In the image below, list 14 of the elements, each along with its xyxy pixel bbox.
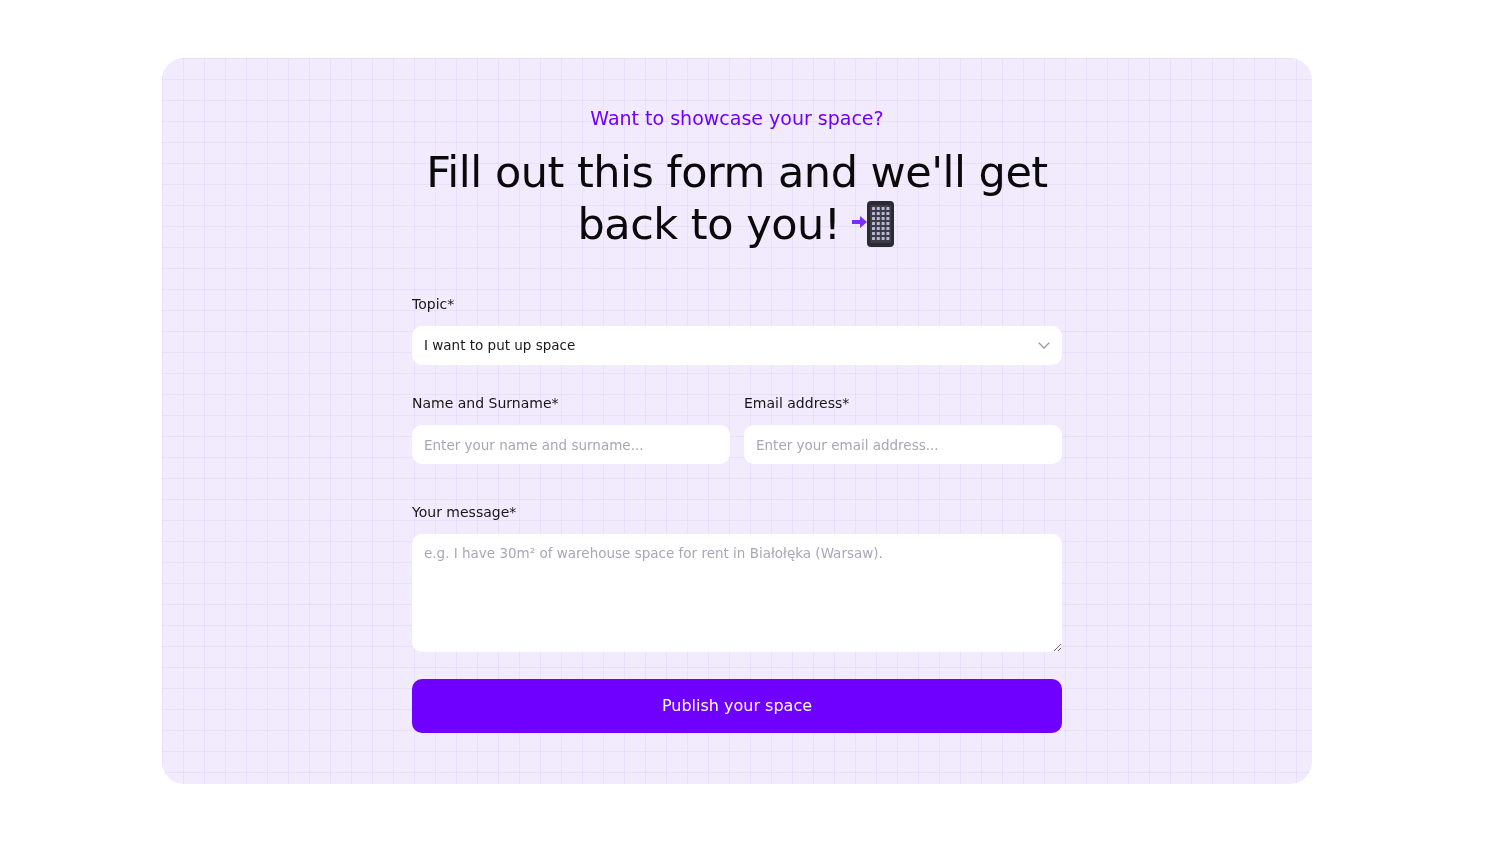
field-label: Topic* bbox=[412, 295, 455, 314]
publish-button[interactable]: Publish your space bbox=[412, 679, 1062, 733]
eyebrow-text: Want to showcase your space? bbox=[590, 107, 884, 129]
input-field[interactable]: Enter your email address... bbox=[744, 425, 1062, 464]
form-heading: back to you! bbox=[577, 198, 841, 250]
field-label: Your message* bbox=[412, 503, 517, 522]
chevron-down-icon bbox=[1038, 342, 1050, 349]
field-label: Email address* bbox=[744, 394, 850, 413]
topic-select[interactable]: I want to put up space bbox=[412, 326, 1062, 365]
input-field[interactable]: Enter your name and surname... bbox=[412, 425, 730, 464]
phone-arrow-icon bbox=[852, 201, 897, 247]
form-heading: Fill out this form and we'll get bbox=[426, 146, 1048, 198]
field-label: Name and Surname* bbox=[412, 394, 559, 413]
message-field[interactable]: e.g. I have 30m² of warehouse space for rent in Białołęka (Warsaw). bbox=[412, 534, 1062, 652]
